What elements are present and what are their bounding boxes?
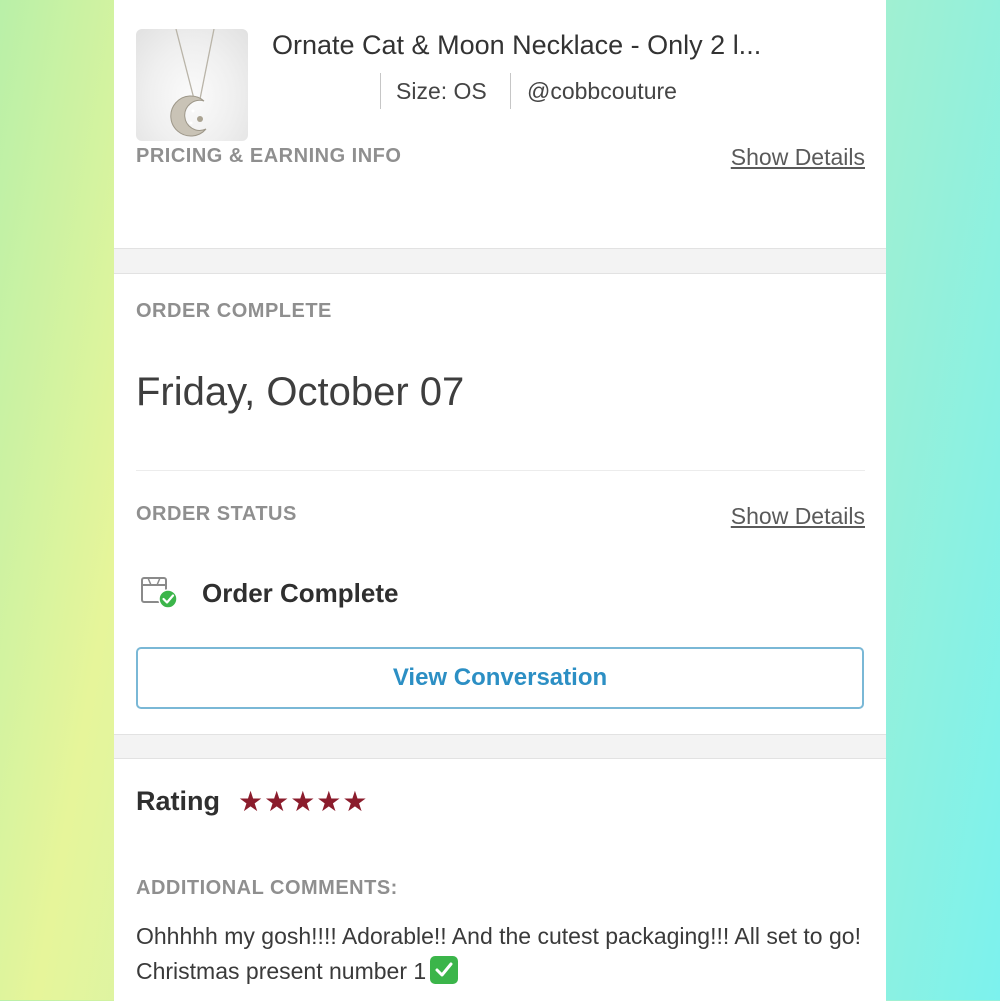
order-status-label: ORDER STATUS bbox=[136, 503, 297, 525]
rating-comment: Ohhhhh my gosh!!!! Adorable!! And the cu… bbox=[136, 919, 871, 989]
product-size: Size: OS bbox=[396, 78, 487, 104]
rating-comment-text: Ohhhhh my gosh!!!! Adorable!! And the cu… bbox=[136, 923, 861, 984]
pricing-show-details-link[interactable]: Show Details bbox=[731, 144, 865, 171]
seller-username[interactable]: @cobbcouture bbox=[527, 76, 677, 110]
order-detail-panel: Ornate Cat & Moon Necklace - Only 2 l...… bbox=[114, 0, 886, 1001]
meta-divider bbox=[380, 73, 381, 109]
rating-label: Rating bbox=[136, 786, 220, 816]
order-complete-label: ORDER COMPLETE bbox=[136, 300, 332, 322]
check-mark-emoji-icon bbox=[430, 956, 459, 984]
view-conversation-button[interactable]: View Conversation bbox=[136, 647, 864, 709]
box-check-icon bbox=[140, 574, 178, 610]
rating-card: Rating ★★★★★ ADDITIONAL COMMENTS: Ohhhhh… bbox=[114, 758, 886, 1001]
order-status-card: ORDER COMPLETE Friday, October 07 ORDER … bbox=[114, 273, 886, 735]
order-status-text: Order Complete bbox=[202, 578, 399, 608]
order-date: Friday, October 07 bbox=[136, 370, 465, 414]
rating-stars: ★★★★★ bbox=[238, 786, 369, 817]
status-show-details-link[interactable]: Show Details bbox=[731, 503, 865, 530]
additional-comments-label: ADDITIONAL COMMENTS: bbox=[136, 877, 398, 899]
section-divider bbox=[136, 470, 865, 471]
product-title[interactable]: Ornate Cat & Moon Necklace - Only 2 l... bbox=[272, 30, 862, 61]
meta-divider bbox=[510, 73, 511, 109]
product-card: Ornate Cat & Moon Necklace - Only 2 l...… bbox=[114, 0, 886, 249]
pricing-info-label: PRICING & EARNING INFO bbox=[136, 145, 402, 167]
product-thumbnail[interactable] bbox=[136, 29, 248, 141]
